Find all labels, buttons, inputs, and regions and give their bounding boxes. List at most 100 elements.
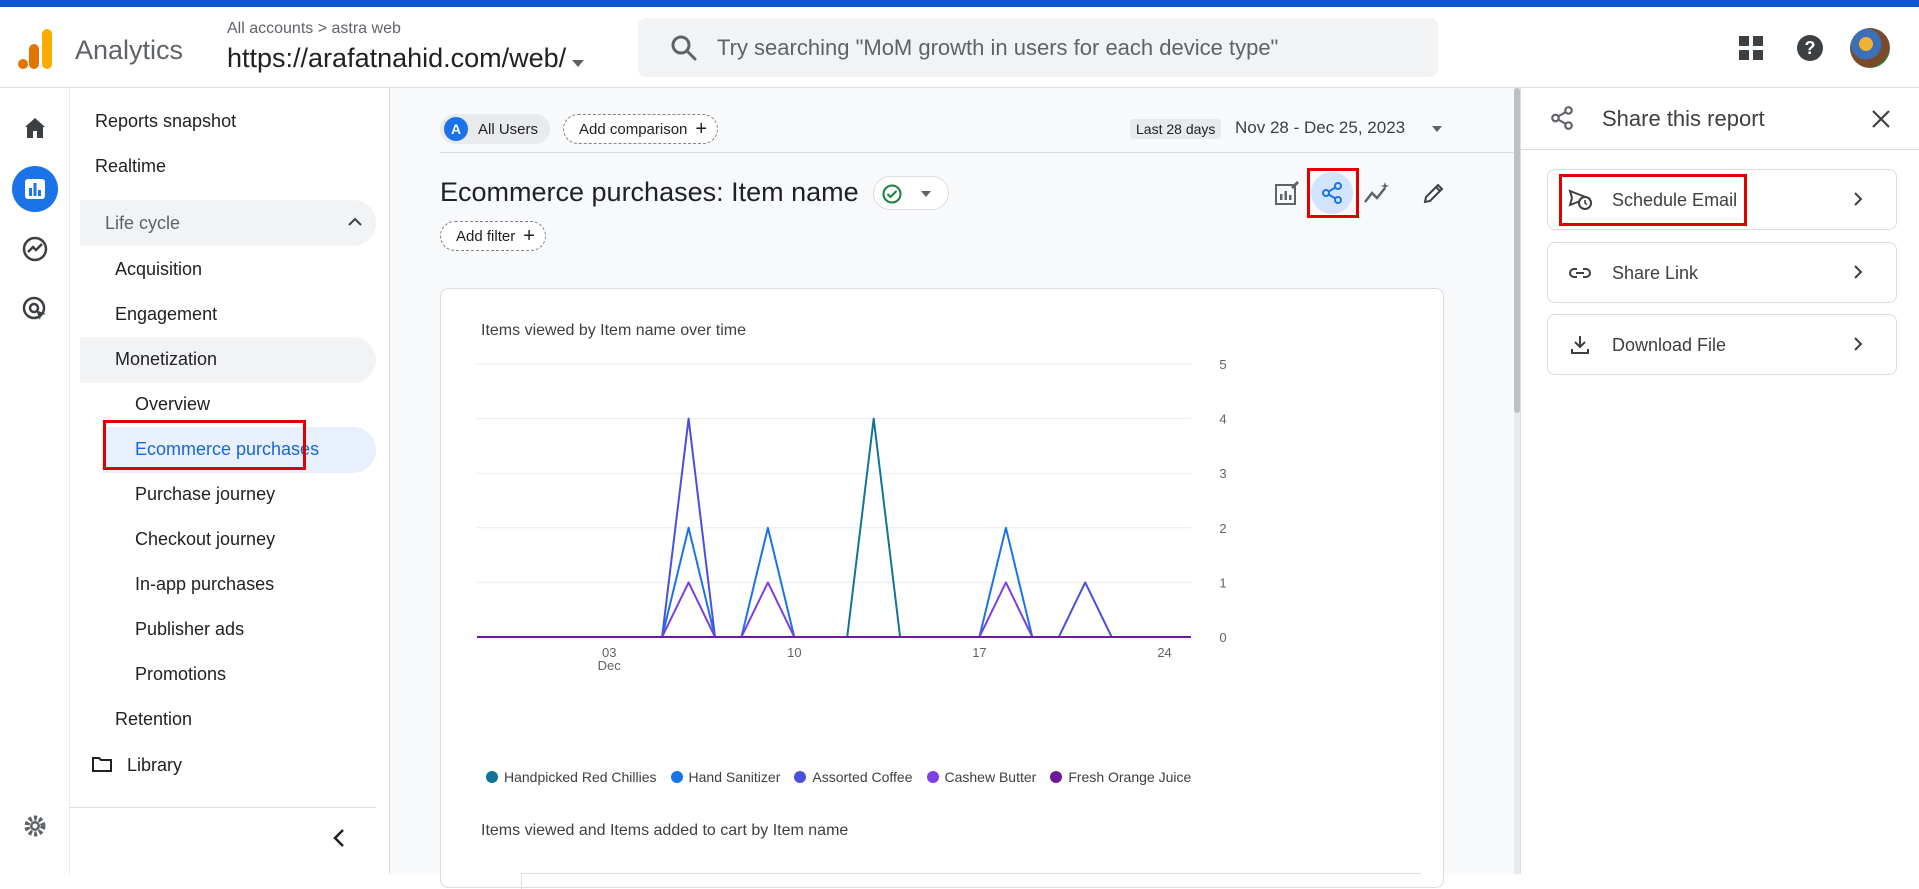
y-tick-label: 5 (1219, 357, 1226, 372)
nav-monetization[interactable]: Monetization (115, 349, 217, 370)
nav-section-life-cycle[interactable]: Life cycle (80, 200, 376, 246)
legend-swatch (670, 771, 683, 783)
line-chart[interactable]: 01234503Dec10 17 24 (441, 349, 1445, 679)
chart-legend: Handpicked Red Chillies Hand Sanitizer Ass… (486, 769, 1191, 785)
segment-label: All Users (478, 120, 539, 138)
x-tick-label: 17 (972, 645, 986, 660)
property-name: https://arafatnahid.com/web/ (227, 43, 567, 73)
legend-label: Hand Sanitizer (688, 769, 781, 785)
legend-item[interactable]: Fresh Orange Juice (1050, 769, 1191, 785)
legend-label: Cashew Butter (944, 769, 1037, 785)
legend-label: Handpicked Red Chillies (504, 769, 657, 785)
add-filter-button[interactable]: Add filter + (440, 221, 546, 251)
check-circle-icon (882, 184, 902, 204)
legend-item[interactable]: Cashew Butter (926, 769, 1037, 785)
option-label: Share Link (1612, 263, 1699, 283)
nav-overview[interactable]: Overview (135, 394, 210, 415)
home-icon[interactable] (12, 105, 58, 151)
series-line (477, 581, 1191, 638)
folder-icon (92, 757, 112, 772)
reports-sidenav: Reports snapshot Realtime Life cycle Acq… (70, 88, 390, 874)
collapse-chevron-left-icon[interactable] (332, 828, 346, 848)
plus-icon: + (523, 224, 535, 247)
chart-title: Items viewed by Item name over time (481, 322, 746, 339)
customize-report-icon[interactable] (1266, 172, 1308, 214)
y-tick-label: 2 (1219, 521, 1226, 536)
legend-item[interactable]: Assorted Coffee (794, 769, 913, 785)
chevron-down-icon[interactable] (1432, 126, 1442, 132)
chart2-title: Items viewed and Items added to cart by … (481, 822, 849, 839)
nav-checkout-journey[interactable]: Checkout journey (135, 529, 275, 550)
chevron-right-icon (1854, 192, 1863, 206)
legend-swatch (1050, 771, 1063, 783)
top-accent-bar (0, 0, 1919, 7)
edit-pencil-icon[interactable] (1413, 172, 1455, 214)
add-comparison-label: Add comparison (579, 120, 688, 138)
nav-publisher-ads[interactable]: Publisher ads (135, 619, 244, 640)
table-outline (521, 873, 1421, 889)
divider (70, 807, 376, 808)
legend-label: Assorted Coffee (812, 769, 913, 785)
nav-in-app-purchases[interactable]: In-app purchases (135, 574, 274, 595)
link-icon (1569, 268, 1591, 278)
section-label: Life cycle (105, 213, 181, 233)
nav-retention[interactable]: Retention (115, 709, 192, 730)
share-icon (1551, 106, 1573, 130)
share-report-icon[interactable] (1311, 172, 1353, 214)
chevron-down-icon (572, 44, 585, 75)
legend-swatch (926, 771, 939, 783)
search-input[interactable] (717, 18, 1417, 77)
user-avatar[interactable] (1850, 28, 1890, 68)
nav-purchase-journey[interactable]: Purchase journey (135, 484, 275, 505)
legend-swatch (794, 771, 807, 783)
x-tick-sublabel: Dec (598, 658, 622, 673)
all-users-chip[interactable]: A All Users (440, 114, 551, 144)
nav-realtime[interactable]: Realtime (95, 156, 166, 177)
insights-icon[interactable] (1356, 172, 1398, 214)
help-icon[interactable]: ? (1792, 30, 1828, 66)
legend-item[interactable]: Hand Sanitizer (670, 769, 781, 785)
legend-swatch (486, 771, 498, 783)
nav-promotions[interactable]: Promotions (135, 664, 226, 685)
download-icon (1571, 336, 1589, 354)
analytics-logo-icon[interactable] (18, 29, 54, 69)
plus-icon: + (695, 117, 708, 140)
schedule-email-option[interactable]: Schedule Email (1547, 169, 1897, 230)
apps-grid-icon[interactable] (1733, 30, 1769, 66)
page-title: Ecommerce purchases: Item name (440, 177, 859, 207)
close-icon[interactable] (1871, 109, 1891, 129)
schedule-send-icon (1568, 189, 1592, 210)
nav-reports-snapshot[interactable]: Reports snapshot (95, 111, 236, 132)
nav-engagement[interactable]: Engagement (115, 304, 217, 325)
share-link-option[interactable]: Share Link (1547, 242, 1897, 303)
nav-acquisition[interactable]: Acquisition (115, 259, 202, 280)
nav-library[interactable]: Library (127, 755, 182, 776)
y-tick-label: 0 (1219, 630, 1226, 645)
divider (440, 152, 1514, 153)
date-range-picker[interactable]: Nov 28 - Dec 25, 2023 (1235, 118, 1405, 138)
search-bar[interactable] (638, 18, 1438, 77)
account-breadcrumb[interactable]: All accounts > astra web (227, 20, 401, 38)
chevron-down-icon (921, 191, 931, 197)
advertising-icon[interactable] (12, 286, 58, 332)
share-panel: Share this report Schedule Email Share L… (1520, 88, 1919, 874)
date-preset-label: Last 28 days (1130, 119, 1222, 139)
nav-rail (0, 88, 70, 874)
add-comparison-button[interactable]: Add comparison + (563, 114, 719, 144)
settings-gear-icon[interactable] (12, 803, 58, 849)
property-selector[interactable]: https://arafatnahid.com/web/ (227, 43, 585, 75)
report-status-dropdown[interactable] (873, 176, 949, 210)
explore-icon[interactable] (12, 226, 58, 272)
download-file-option[interactable]: Download File (1547, 314, 1897, 375)
legend-item[interactable]: Handpicked Red Chillies (486, 769, 657, 785)
svg-text:?: ? (1805, 38, 1816, 58)
reports-icon[interactable] (12, 166, 58, 212)
x-tick-label: 24 (1157, 645, 1171, 660)
chevron-right-icon (1854, 265, 1863, 279)
chevron-up-icon (348, 217, 362, 226)
legend-label: Fresh Orange Juice (1068, 769, 1192, 785)
app-name: Analytics (75, 35, 184, 65)
panel-title: Share this report (1602, 106, 1765, 131)
x-tick-label: 10 (787, 645, 801, 660)
nav-ecommerce-purchases[interactable]: Ecommerce purchases (135, 439, 319, 460)
